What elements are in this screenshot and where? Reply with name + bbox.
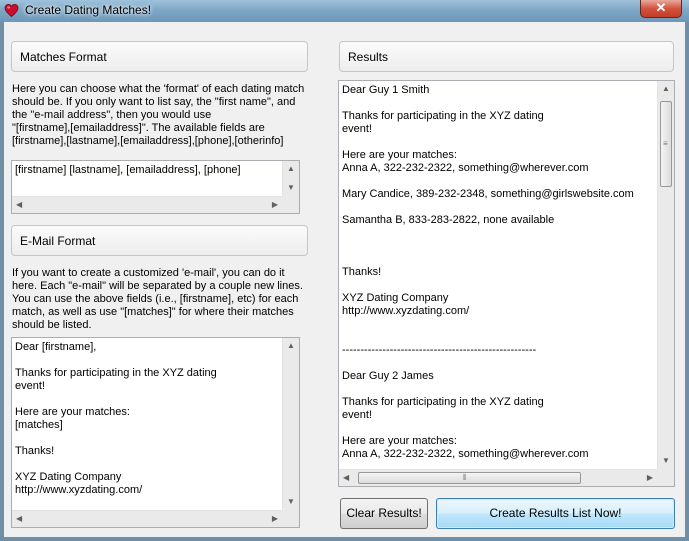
window-title: Create Dating Matches! (25, 3, 152, 17)
scroll-corner (282, 510, 299, 527)
title-bar[interactable]: Create Dating Matches! ✕ (0, 0, 689, 22)
matches-format-description: Here you can choose what the 'format' of… (12, 83, 305, 147)
create-dating-matches-window: Create Dating Matches! ✕ Matches Format … (0, 0, 689, 541)
results-hscroll-thumb[interactable]: ⦀ (358, 472, 581, 484)
scroll-right-icon[interactable]: ▶ (272, 515, 278, 523)
clear-results-button[interactable]: Clear Results! (340, 498, 428, 529)
matches-format-hscroll[interactable]: ◀ ▶ (12, 196, 282, 213)
email-format-input[interactable]: Dear [firstname], Thanks for participati… (11, 337, 300, 528)
scroll-up-icon[interactable]: ▲ (662, 85, 670, 93)
grip-icon: ⦀ (463, 473, 467, 482)
scroll-down-icon[interactable]: ▼ (287, 184, 295, 192)
matches-format-header: Matches Format (11, 41, 308, 72)
scroll-left-icon[interactable]: ◀ (16, 201, 22, 209)
scroll-corner (282, 196, 299, 213)
client-area: Matches Format Here you can choose what … (4, 22, 685, 537)
matches-format-title: Matches Format (20, 50, 107, 64)
scroll-right-icon[interactable]: ▶ (647, 474, 653, 482)
close-button[interactable]: ✕ (640, 0, 682, 18)
email-format-description: If you want to create a customized 'e-ma… (12, 267, 303, 331)
scroll-left-icon[interactable]: ◀ (16, 515, 22, 523)
create-results-list-button[interactable]: Create Results List Now! (436, 498, 675, 529)
matches-format-text[interactable]: [firstname] [lastname], [emailaddress], … (15, 164, 281, 195)
grip-icon: ≡ (663, 139, 668, 148)
scroll-right-icon[interactable]: ▶ (272, 201, 278, 209)
results-vscroll-thumb[interactable]: ≡ (660, 101, 672, 187)
email-format-title: E-Mail Format (20, 234, 96, 248)
matches-format-vscroll[interactable]: ▲ ▼ (282, 161, 299, 196)
results-vscroll[interactable]: ▲ ≡ ▼ (657, 81, 674, 469)
scroll-down-icon[interactable]: ▼ (287, 498, 295, 506)
matches-format-input[interactable]: [firstname] [lastname], [emailaddress], … (11, 160, 300, 214)
results-text[interactable]: Dear Guy 1 Smith Thanks for participatin… (342, 84, 656, 468)
scroll-left-icon[interactable]: ◀ (343, 474, 349, 482)
results-hscroll[interactable]: ◀ ⦀ ▶ (339, 469, 657, 486)
scroll-down-icon[interactable]: ▼ (662, 457, 670, 465)
scroll-corner (657, 469, 674, 486)
results-header: Results (339, 41, 674, 72)
email-format-hscroll[interactable]: ◀ ▶ (12, 510, 282, 527)
email-format-vscroll[interactable]: ▲ ▼ (282, 338, 299, 510)
heart-icon (4, 4, 19, 18)
scroll-up-icon[interactable]: ▲ (287, 342, 295, 350)
email-format-text[interactable]: Dear [firstname], Thanks for participati… (15, 341, 281, 509)
email-format-header: E-Mail Format (11, 225, 308, 256)
results-title: Results (348, 50, 389, 64)
close-icon: ✕ (655, 0, 667, 15)
results-output[interactable]: Dear Guy 1 Smith Thanks for participatin… (338, 80, 675, 487)
scroll-up-icon[interactable]: ▲ (287, 165, 295, 173)
